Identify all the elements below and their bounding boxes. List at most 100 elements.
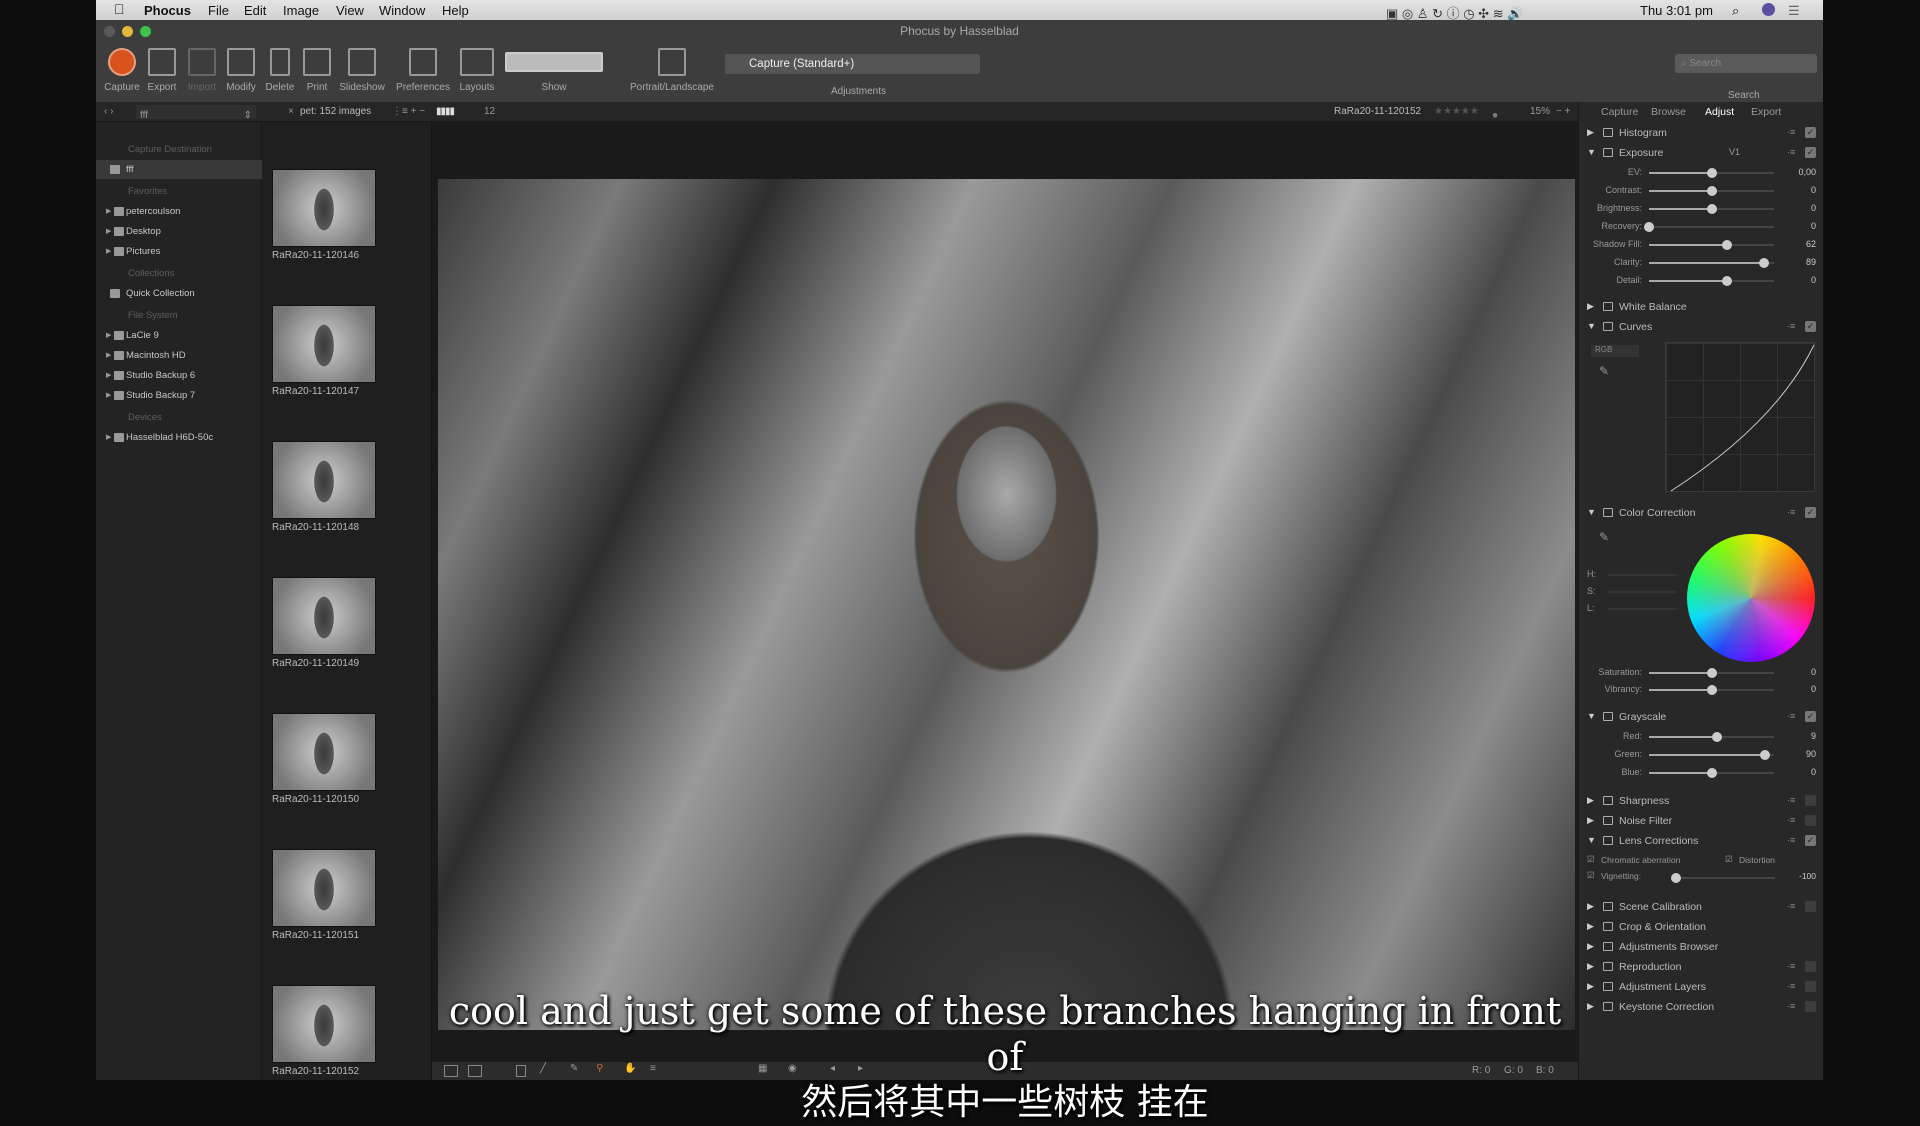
section-adjustment-layers[interactable]: ▶ Adjustment Layers ·≡ [1579,978,1824,996]
expand-triangle-icon[interactable]: ▶ [1587,901,1594,912]
presets-menu-icon[interactable]: ·≡ [1787,815,1795,825]
thumbnail-image[interactable] [272,713,376,791]
slider-value[interactable]: 0 [1811,767,1816,777]
vignetting-thumb[interactable] [1671,873,1681,883]
slider-track[interactable] [1649,768,1774,778]
slider-thumb[interactable] [1706,168,1717,178]
copy-settings-icon[interactable] [1603,712,1613,721]
copy-settings-icon[interactable] [1603,148,1613,157]
slider-exposure-1[interactable]: Contrast: 0 [1579,182,1824,199]
menu-edit[interactable]: Edit [244,3,266,18]
apple-menu-icon[interactable]:  [114,1,125,17]
thumbnail[interactable]: RaRa20-11-120152 [272,985,376,1077]
search-input[interactable]: ⌕ Search [1675,54,1817,73]
delete-button[interactable]: Delete [262,42,298,93]
close-button[interactable] [104,26,115,37]
enable-checkbox[interactable] [1805,815,1816,826]
modify-button[interactable]: Modify [222,42,260,93]
copy-settings-icon[interactable] [1603,508,1613,517]
sidebar-item[interactable]: ▶ Macintosh HD [96,346,262,365]
slider-track[interactable] [1607,574,1677,576]
copy-settings-icon[interactable] [1603,982,1613,991]
slider-value[interactable]: 0 [1811,275,1816,285]
collapse-triangle-icon[interactable]: ▼ [1587,147,1596,157]
section-reproduction[interactable]: ▶ Reproduction ·≡ [1579,958,1824,976]
thumbnail[interactable]: RaRa20-11-120150 [272,713,376,805]
slider-thumb[interactable] [1706,768,1717,778]
tab-browse[interactable]: Browse [1651,106,1686,118]
thumbnail[interactable]: RaRa20-11-120149 [272,577,376,669]
slider-thumb[interactable] [1706,685,1717,695]
section-scene-calibration[interactable]: ▶ Scene Calibration ·≡ [1579,898,1824,916]
section-white-balance[interactable]: ▶ White Balance [1579,298,1824,316]
menu-app[interactable]: Phocus [144,3,191,18]
thumbnail-strip[interactable]: RaRa20-11-120146 RaRa20-11-120147 RaRa20-1… [262,122,432,1080]
presets-menu-icon[interactable]: ·≡ [1787,901,1795,911]
slider-thumb[interactable] [1721,276,1732,286]
presets-menu-icon[interactable]: ·≡ [1787,1001,1795,1011]
slider-grayscale-1[interactable]: Green: 90 [1579,746,1824,763]
eyedropper-icon[interactable]: ✎ [1599,364,1609,378]
sidebar-item[interactable]: ▶ petercoulson [96,202,262,221]
copy-settings-icon[interactable] [1603,922,1613,931]
copy-settings-icon[interactable] [1603,128,1613,137]
slider-track[interactable] [1649,750,1774,760]
curve-channel-select[interactable]: RGB [1591,345,1639,357]
thumbnail-image[interactable] [272,985,376,1063]
zoom-out-in-buttons[interactable]: − + [1556,106,1570,117]
slider-value[interactable]: 62 [1806,239,1816,249]
enable-checkbox[interactable] [1805,961,1816,972]
thumbnail-image[interactable] [272,849,376,927]
copy-settings-icon[interactable] [1603,302,1613,311]
section-crop-orientation[interactable]: ▶ Crop & Orientation [1579,918,1824,936]
distortion-checkbox[interactable]: ☑ [1725,854,1733,865]
slider-track[interactable] [1649,685,1774,695]
slider-thumb[interactable] [1706,668,1717,678]
section-exposure[interactable]: ▼ Exposure ·≡ ✓ V1 [1579,144,1824,162]
slider-thumb[interactable] [1721,240,1732,250]
enable-checkbox[interactable]: ✓ [1805,321,1816,332]
slider-value[interactable]: 0 [1811,684,1816,694]
menu-image[interactable]: Image [283,3,319,18]
layouts-button[interactable]: Layouts [456,42,498,93]
portrait-landscape-button[interactable]: Portrait/Landscape [622,42,722,93]
disclosure-triangle-icon[interactable]: ▶ [106,242,111,261]
vignetting-value[interactable]: -100 [1799,871,1816,881]
slider-value[interactable]: 0 [1811,203,1816,213]
slider-thumb[interactable] [1706,204,1717,214]
print-button[interactable]: Print [299,42,335,93]
vignetting-checkbox[interactable]: ☑ [1587,870,1595,881]
slider-value[interactable]: 0,00 [1798,167,1816,177]
vignetting-track[interactable] [1671,873,1775,883]
sidebar-item[interactable]: ▶ Pictures [96,242,262,261]
menu-file[interactable]: File [208,3,229,18]
show-control[interactable]: Show [504,42,604,93]
slider-track[interactable] [1649,186,1774,196]
slider-grayscale-0[interactable]: Red: 9 [1579,728,1824,745]
slideshow-button[interactable]: Slideshow [336,42,388,93]
sidebar-item[interactable]: fff [96,160,262,179]
expand-triangle-icon[interactable]: ▶ [1587,961,1594,972]
enable-checkbox[interactable] [1805,1001,1816,1012]
section-grayscale[interactable]: ▼ Grayscale ·≡ ✓ [1579,708,1824,726]
notification-center-icon[interactable]: ☰ [1788,3,1800,19]
zoom-button[interactable] [140,26,151,37]
presets-menu-icon[interactable]: ·≡ [1787,835,1795,845]
section-adjustments-browser[interactable]: ▶ Adjustments Browser [1579,938,1824,956]
copy-settings-icon[interactable] [1603,942,1613,951]
presets-menu-icon[interactable]: ·≡ [1787,961,1795,971]
thumbnail[interactable]: RaRa20-11-120151 [272,849,376,941]
slider-color-1[interactable]: Vibrancy: 0 [1579,681,1824,698]
color-wheel[interactable] [1687,534,1815,662]
sidebar-item[interactable]: ▶ LaCie 9 [96,326,262,345]
rating-stars[interactable]: ★★★★★ [1434,106,1479,117]
slider-track[interactable] [1649,276,1774,286]
eyedropper-icon[interactable]: ✎ [1599,530,1609,544]
slider-thumb[interactable] [1711,732,1722,742]
presets-menu-icon[interactable]: ·≡ [1787,981,1795,991]
slider-value[interactable]: 0 [1811,221,1816,231]
slider-exposure-2[interactable]: Brightness: 0 [1579,200,1824,217]
thumbnail-image[interactable] [272,169,376,247]
thumbnail[interactable]: RaRa20-11-120147 [272,305,376,397]
thumbnail-image[interactable] [272,305,376,383]
